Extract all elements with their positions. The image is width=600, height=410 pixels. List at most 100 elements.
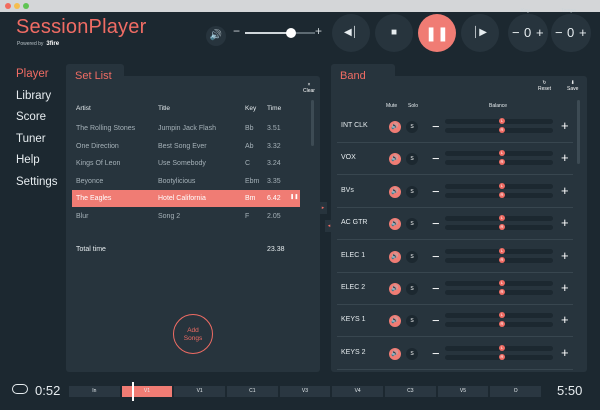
right-channel-marker[interactable]: R: [499, 256, 505, 263]
setlist-cell-title: Use Somebody: [158, 160, 206, 168]
setlist-row[interactable]: Blur Song 2 F 2.05: [72, 208, 300, 225]
balance-increase-button[interactable]: +: [561, 118, 569, 133]
section-segment[interactable]: V1: [174, 386, 225, 397]
sidebar-item-help[interactable]: Help: [16, 154, 58, 176]
setlist-tab[interactable]: Set List: [66, 64, 124, 88]
col-time: Time: [267, 105, 282, 112]
balance-increase-button[interactable]: +: [561, 345, 569, 360]
section-segment[interactable]: O: [490, 386, 541, 397]
balance-decrease-button[interactable]: −: [432, 346, 440, 361]
next-button[interactable]: │▶: [461, 14, 499, 52]
balance-increase-button[interactable]: +: [561, 215, 569, 230]
mute-button[interactable]: 🔊: [389, 347, 401, 360]
volume-up-button[interactable]: +: [315, 24, 322, 38]
setlist-cell-key: Bm: [245, 195, 256, 203]
previous-button[interactable]: ◀│: [332, 14, 370, 52]
mute-button[interactable]: 🔊: [389, 121, 401, 133]
right-channel-marker[interactable]: R: [499, 289, 505, 295]
setlist-scrollbar[interactable]: [311, 100, 314, 146]
section-segment[interactable]: C3: [385, 386, 436, 397]
row-pause-icon[interactable]: ❚❚: [290, 194, 298, 200]
setlist-row[interactable]: The Eagles Hotel California Bm 6.42 ❚❚: [72, 190, 300, 208]
section-segment[interactable]: V3: [279, 386, 331, 397]
sidebar-item-settings[interactable]: Settings: [16, 176, 58, 198]
pause-icon: ❚❚: [425, 25, 449, 41]
reset-button[interactable]: ↻ Reset: [538, 80, 551, 92]
chevron-left-icon: ◂: [327, 223, 331, 229]
balance-increase-button[interactable]: +: [561, 248, 569, 263]
balance-increase-button[interactable]: +: [561, 183, 569, 198]
balance-decrease-button[interactable]: −: [432, 184, 440, 199]
left-channel-marker[interactable]: L: [499, 280, 505, 286]
solo-button[interactable]: S: [406, 347, 418, 360]
save-button[interactable]: ⬇ Save: [567, 80, 578, 92]
minimize-window-dot[interactable]: [14, 3, 20, 9]
balance-increase-button[interactable]: +: [561, 280, 569, 295]
left-channel-marker[interactable]: L: [499, 118, 505, 124]
mute-button[interactable]: 🔊: [389, 218, 401, 231]
balance-decrease-button[interactable]: −: [432, 313, 440, 328]
volume-down-button[interactable]: −: [233, 24, 240, 38]
tempo-decrement-button[interactable]: −: [555, 25, 563, 40]
solo-button[interactable]: S: [406, 185, 418, 198]
solo-button[interactable]: S: [406, 315, 418, 328]
sidebar-item-tuner[interactable]: Tuner: [16, 133, 58, 155]
key-stepper[interactable]: − 0 +: [508, 14, 548, 52]
setlist-row[interactable]: One Direction Best Song Ever Ab 3.32: [72, 138, 300, 155]
setlist-row[interactable]: The Rolling Stones Jumpin Jack Flash Bb 3.5…: [72, 120, 300, 137]
sidebar-item-library[interactable]: Library: [16, 90, 58, 112]
close-window-dot[interactable]: [5, 3, 11, 9]
maximize-window-dot[interactable]: [23, 3, 29, 9]
solo-button[interactable]: S: [406, 153, 418, 166]
volume-knob[interactable]: [285, 28, 296, 38]
right-channel-marker[interactable]: R: [499, 191, 505, 198]
balance-decrease-button[interactable]: −: [432, 216, 440, 231]
right-channel-marker[interactable]: R: [499, 127, 505, 133]
add-songs-button[interactable]: Add Songs: [173, 314, 213, 354]
tempo-stepper[interactable]: − 0 +: [551, 14, 591, 52]
speaker-icon[interactable]: 🔊: [206, 26, 226, 46]
section-segment[interactable]: C1: [227, 386, 278, 397]
mute-button[interactable]: 🔊: [389, 185, 401, 198]
solo-button[interactable]: S: [406, 250, 418, 263]
pause-button[interactable]: ❚❚: [418, 14, 456, 52]
balance-decrease-button[interactable]: −: [432, 281, 440, 296]
sidebar-item-player[interactable]: Player: [16, 68, 58, 90]
section-segment[interactable]: V1: [121, 386, 173, 397]
balance-decrease-button[interactable]: −: [432, 151, 440, 166]
stop-button[interactable]: ■: [375, 14, 413, 52]
solo-button[interactable]: S: [406, 218, 418, 231]
key-increment-button[interactable]: +: [536, 25, 544, 40]
balance-decrease-button[interactable]: −: [432, 249, 440, 264]
left-channel-marker[interactable]: L: [499, 182, 505, 189]
left-channel-marker[interactable]: L: [499, 247, 505, 254]
mute-button[interactable]: 🔊: [389, 250, 401, 263]
balance-increase-button[interactable]: +: [561, 150, 569, 165]
setlist-cell-time: 2.05: [267, 213, 281, 220]
section-segment[interactable]: V5: [437, 386, 489, 397]
section-segment[interactable]: V4: [332, 386, 383, 397]
right-channel-marker[interactable]: R: [499, 353, 505, 360]
solo-button[interactable]: S: [406, 121, 418, 133]
speaker-icon: 🔊: [391, 286, 399, 292]
clear-button[interactable]: × Clear: [303, 82, 315, 94]
mute-button[interactable]: 🔊: [389, 283, 401, 295]
balance-increase-button[interactable]: +: [561, 312, 569, 327]
loop-icon[interactable]: [12, 384, 28, 394]
collapse-right-toggle[interactable]: ▸: [319, 202, 327, 214]
setlist-row[interactable]: Beyonce Bootylicious Ebm 3.35: [72, 173, 300, 190]
solo-button[interactable]: S: [406, 283, 418, 295]
band-tab[interactable]: Band: [331, 64, 395, 88]
tempo-increment-button[interactable]: +: [579, 25, 587, 40]
sidebar-item-score[interactable]: Score: [16, 111, 58, 133]
section-segment[interactable]: In: [69, 386, 120, 397]
playhead[interactable]: [131, 382, 134, 401]
mute-button[interactable]: 🔊: [389, 315, 401, 328]
mute-button[interactable]: 🔊: [389, 153, 401, 166]
band-scrollbar[interactable]: [577, 100, 580, 164]
setlist-row[interactable]: Kings Of Leon Use Somebody C 3.24: [72, 155, 300, 172]
balance-decrease-button[interactable]: −: [432, 119, 440, 134]
key-decrement-button[interactable]: −: [512, 25, 520, 40]
volume-slider[interactable]: [245, 28, 315, 38]
left-channel-marker[interactable]: L: [499, 344, 505, 351]
